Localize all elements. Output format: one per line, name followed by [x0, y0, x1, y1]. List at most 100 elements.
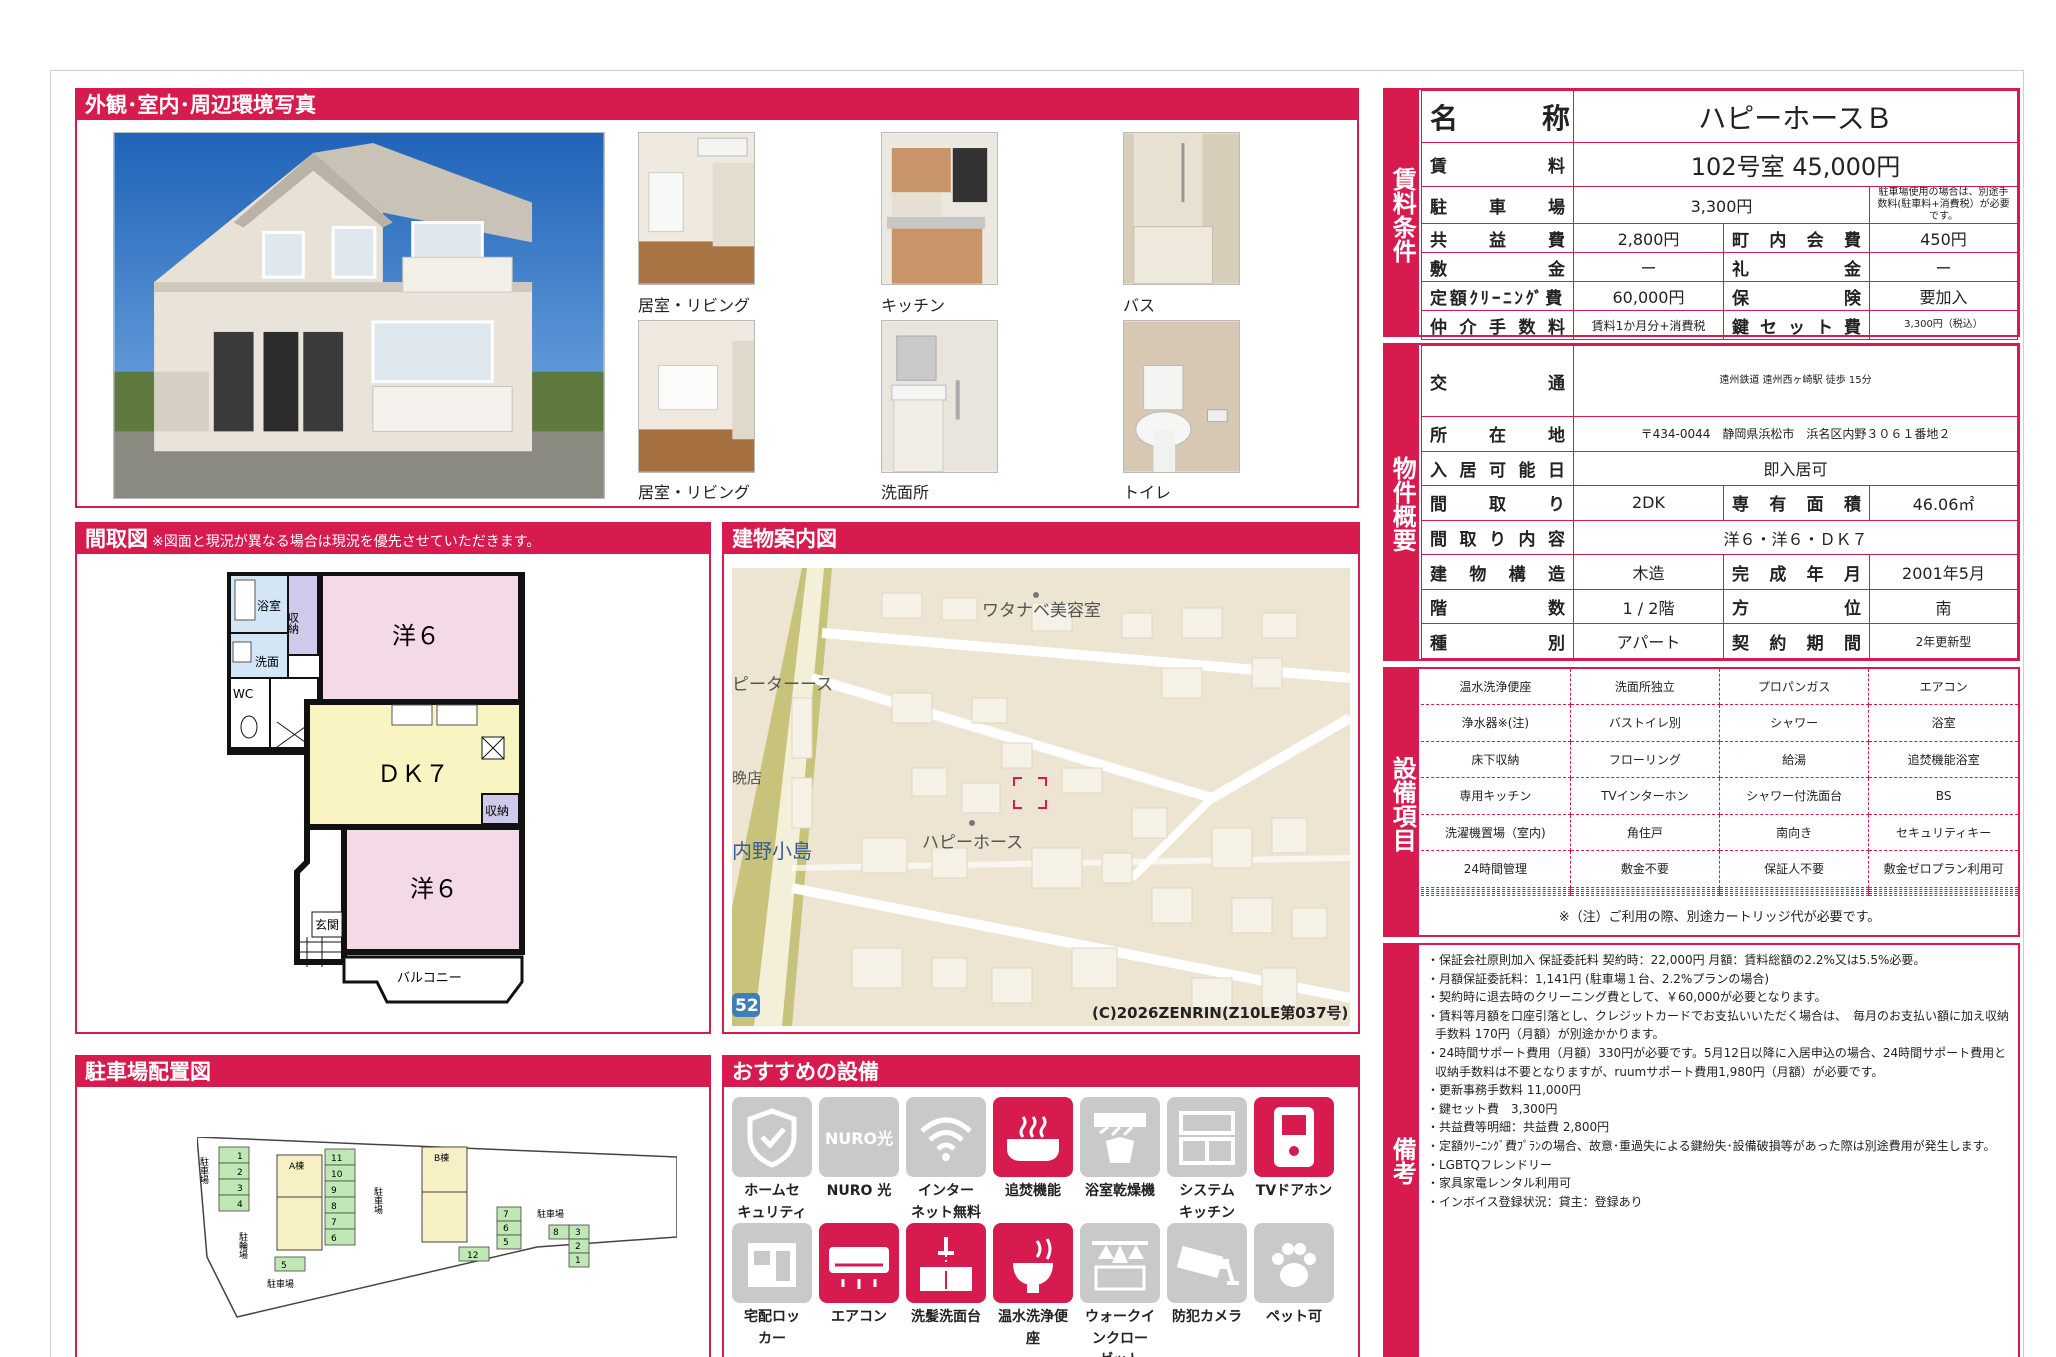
property-name: ハピーホースＢ [1573, 90, 2018, 143]
equipment-panel: 設備項目 温水洗浄便座 洗面所独立 プロパンガス エアコン 浄水器※(注) バストイレ別シ… [1383, 667, 2020, 937]
rent-side-label-text: 賃料条件 [1388, 166, 1417, 263]
feature-shield: ホームセ キュリティ [732, 1097, 812, 1224]
parking-num-mid-11: 11 [331, 1154, 342, 1164]
remark-line: ・鍵セット費 3,300円 [1427, 1101, 1558, 1116]
parking-num-mid-8: 8 [331, 1202, 337, 1212]
equipment-row: 床下収納 フローリング 給湯 追焚機能浴室 [1421, 741, 2018, 779]
equipment-cell: 温水洗浄便座 [1421, 669, 1571, 706]
label-storage1: 収納 [287, 612, 300, 635]
feature-locker: 宅配ロッ カー [732, 1223, 812, 1350]
photo-living-1[interactable] [638, 132, 755, 285]
parking-layout[interactable]: 駐車場 1 2 3 4 11 10 9 8 7 6 7 6 5 3 2 1 5 … [197, 1137, 677, 1337]
equipment-side-label-text: 設備項目 [1388, 756, 1417, 852]
feature-tile [993, 1097, 1073, 1177]
equipment-side-label: 設備項目 [1385, 669, 1419, 935]
parking-num-mid-6: 6 [331, 1234, 337, 1244]
floorplan-note: ※図面と現況が異なる場合は現況を優先させていただきます。 [152, 534, 541, 550]
equipment-cell: 保証人不要 [1719, 850, 1870, 888]
caption-living-2: 居室・リビング [638, 483, 751, 502]
photo-living-2[interactable] [638, 320, 755, 473]
photo-toilet[interactable] [1123, 320, 1240, 473]
feature-label: 防犯カメラ [1172, 1309, 1242, 1325]
property-side-label-text: 物件概要 [1388, 456, 1417, 552]
parking-num-far-2: 2 [575, 1242, 581, 1252]
remark-line: ・インボイス登録状況：貸主：登録あり [1427, 1194, 1643, 1209]
map-title: 建物案内図 [724, 524, 1358, 554]
parking-panel: 駐車場配置図 駐車場 1 2 3 4 11 10 9 8 7 6 7 6 5 3… [75, 1055, 711, 1357]
equipment-cell: BS [1868, 777, 2018, 815]
feature-label: インター ネット無料 [911, 1183, 981, 1221]
feature-paw: ペット可 [1254, 1223, 1334, 1329]
built-label: 完成年月 [1723, 554, 1870, 590]
contract-value: 2年更新型 [1869, 623, 2018, 659]
parking-num-mid-9: 9 [331, 1186, 337, 1196]
label-balcony: バルコニー [397, 971, 462, 986]
photo-bath[interactable] [1123, 132, 1240, 285]
feature-tile [1167, 1223, 1247, 1303]
feature-label: TVドアホン [1255, 1183, 1333, 1199]
label-storage2: 収納 [485, 804, 509, 818]
caption-washroom: 洗面所 [881, 483, 930, 502]
exterior-photo[interactable] [113, 132, 605, 499]
map-label-salon: ワタナベ美容室 [982, 601, 1101, 621]
map-route-number: 52 [735, 996, 759, 1016]
layout-value: 2DK [1573, 485, 1724, 521]
nuro-icon: NURO光 [825, 1129, 893, 1148]
key-set-label: 鍵セット費 [1723, 310, 1870, 340]
feature-tile: NURO光 [819, 1097, 899, 1177]
parking-num-right-6: 6 [503, 1224, 509, 1234]
wifi-icon [920, 1117, 972, 1161]
structure-value: 木造 [1573, 554, 1724, 590]
feature-label: 宅配ロッ カー [744, 1309, 800, 1347]
parking-lot-label-right: 駐車場 [537, 1208, 564, 1220]
map-label-building: ハピーホース [922, 833, 1023, 853]
floorplan-drawing[interactable]: 浴室 収納 洗面 WC 洋６ ＤＫ７ 収納 洋６ 玄関 バルコニー [227, 572, 647, 1032]
structure-label: 建物構造 [1421, 554, 1574, 590]
key-money-label: 礼 金 [1723, 252, 1870, 282]
label-room1: 洋６ [392, 622, 440, 650]
closet-icon [1092, 1241, 1148, 1291]
name-label: 名 称 [1421, 90, 1574, 143]
parking-num-right-7: 7 [503, 1210, 509, 1220]
feature-intercom: TVドアホン [1254, 1097, 1334, 1203]
photo-washroom[interactable] [881, 320, 998, 473]
layout-label: 間 取 り [1421, 485, 1574, 521]
equipment-cell: バストイレ別 [1570, 704, 1721, 742]
camera-icon [1176, 1245, 1239, 1285]
rent-table: 名 称 ハピーホースＢ 賃 料 102号室 45,000円 駐 車 場 3,30… [1421, 90, 2018, 340]
photo-kitchen[interactable] [881, 132, 998, 285]
insurance-label: 保 険 [1723, 281, 1870, 311]
rent-value: 102号室 45,000円 [1573, 142, 2018, 187]
remark-line: ・賃料等月額を口座引落とし、クレジットカードでお支払いいただく場合は、 毎月のお… [1427, 1008, 2010, 1042]
rent-conditions-panel: 賃料条件 名 称 ハピーホースＢ 賃 料 102号室 45,000円 駐 車 場… [1383, 88, 2020, 340]
bathtub-icon [1007, 1116, 1059, 1161]
town-fee-label: 町 内 会 費 [1723, 223, 1870, 253]
feature-tile [732, 1223, 812, 1303]
remark-line: ・家具家電レンタル利用可 [1427, 1176, 1572, 1191]
feature-tile [993, 1223, 1073, 1303]
equipment-cell: 給湯 [1719, 741, 1870, 779]
equipment-cell: 南向き [1719, 814, 1870, 852]
deposit-label: 敷 金 [1421, 252, 1574, 282]
equipment-cell: シャワー [1719, 704, 1870, 742]
parking-num-left-1: 1 [237, 1152, 243, 1162]
feature-tile [1254, 1097, 1334, 1177]
equipment-cell: 24時間管理 [1421, 850, 1571, 888]
move-in-label: 入居可能日 [1421, 450, 1574, 487]
floor-value: 1 / 2階 [1573, 588, 1724, 625]
parking-fee-value: 3,300円 [1573, 186, 1870, 224]
shield-icon [747, 1108, 797, 1168]
equipment-cell: プロパンガス [1719, 669, 1870, 706]
remark-line: ・月額保証委託料：1,141円 (駐車場１台、2.2%プランの場合) [1427, 971, 1770, 986]
parking-num-far-3: 3 [575, 1228, 581, 1238]
cleaning-fee-value: 60,000円 [1573, 281, 1724, 311]
contract-label: 契約期間 [1723, 623, 1870, 659]
equipment-cell: 敷金ゼロプラン利用可 [1868, 850, 2018, 888]
equipment-cell: 浴室 [1868, 704, 2018, 742]
key-money-value: ー [1869, 252, 2018, 282]
feature-aircon: エアコン [819, 1223, 899, 1329]
area-map[interactable]: ワタナベ美容室 ピーターース 晩店 内野小島 ハピーホース 52 (C)2026… [732, 568, 1350, 1026]
feature-label: ペット可 [1266, 1309, 1322, 1325]
equipment-cell: シャワー付洗面台 [1719, 777, 1870, 815]
label-wash: 洗面 [255, 655, 279, 669]
